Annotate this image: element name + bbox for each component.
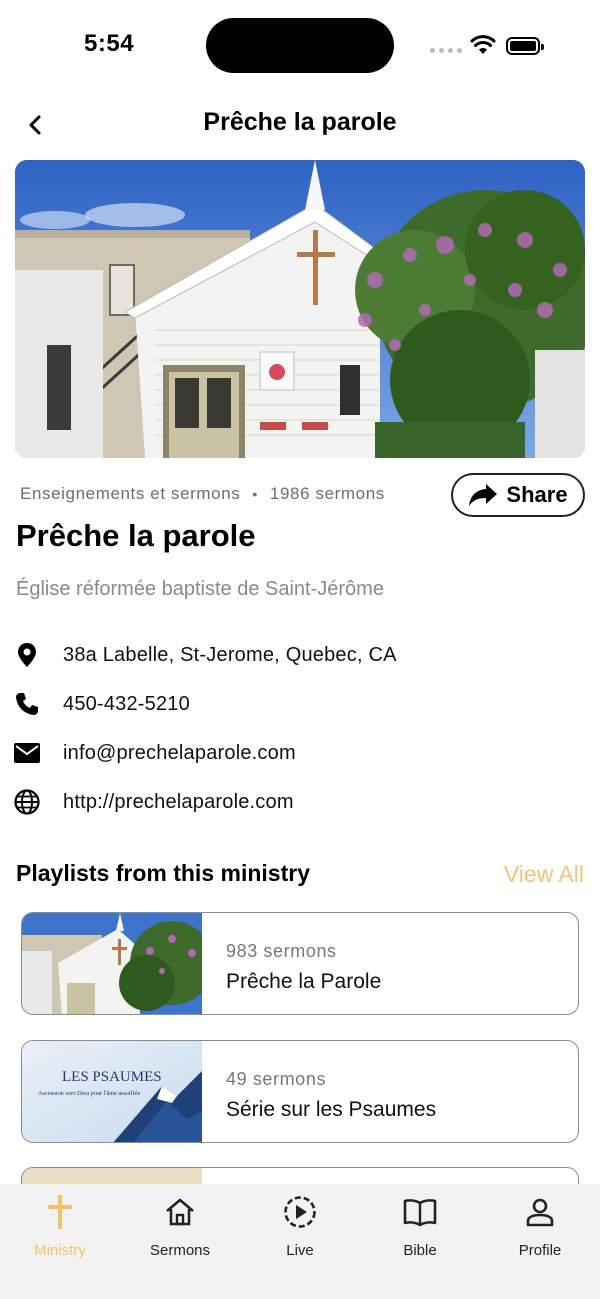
share-label: Share xyxy=(506,482,568,507)
book-icon xyxy=(400,1194,440,1230)
playlists-section-title: Playlists from this ministry xyxy=(16,860,310,886)
playlist-name: Prêche la Parole xyxy=(226,970,382,993)
tab-label: Ministry xyxy=(34,1242,86,1259)
playlist-thumbnail xyxy=(22,913,202,1014)
sermon-count: 1986 sermons xyxy=(269,484,385,503)
tab-bible[interactable]: Bible xyxy=(360,1184,480,1274)
playlist-thumbnail: LES PSAUMES Ascension vers Dieu pour l'â… xyxy=(22,1041,202,1142)
share-icon xyxy=(469,484,498,506)
wifi-icon xyxy=(470,35,496,54)
tab-label: Profile xyxy=(518,1242,562,1259)
playlist-card[interactable]: 983 sermons Prêche la Parole xyxy=(21,912,579,1015)
contact-website[interactable]: http://prechelaparole.com xyxy=(14,787,294,817)
battery-icon xyxy=(506,37,544,55)
signal-icon xyxy=(430,48,462,53)
thumb-title: LES PSAUMES xyxy=(62,1069,162,1085)
address-text: 38a Labelle, St-Jerome, Quebec, CA xyxy=(63,643,397,666)
ministry-subtitle: Église réformée baptiste de Saint-Jérôme xyxy=(16,578,384,600)
cross-icon xyxy=(40,1194,80,1230)
email-text: info@prechelaparole.com xyxy=(63,741,296,764)
ministry-title: Prêche la parole xyxy=(16,518,256,553)
home-icon xyxy=(160,1194,200,1230)
ministry-hero-image xyxy=(15,160,585,458)
tab-ministry[interactable]: Ministry xyxy=(0,1184,120,1274)
page-title: Prêche la parole xyxy=(203,108,397,136)
tab-label: Sermons xyxy=(149,1242,211,1259)
tab-label: Live xyxy=(286,1242,314,1259)
playlist-name: Série sur les Psaumes xyxy=(226,1098,437,1121)
tab-live[interactable]: Live xyxy=(240,1184,360,1274)
contact-address[interactable]: 38a Labelle, St-Jerome, Quebec, CA xyxy=(14,640,397,670)
contact-phone[interactable]: 450-432-5210 xyxy=(14,689,190,719)
category-label: Enseignements et sermons xyxy=(20,484,241,503)
location-pin-icon xyxy=(14,642,40,668)
playlist-card[interactable]: LES PSAUMES Ascension vers Dieu pour l'â… xyxy=(21,1040,579,1143)
play-circle-icon xyxy=(280,1194,320,1230)
nav-header: Prêche la parole xyxy=(0,92,600,158)
tab-sermons[interactable]: Sermons xyxy=(120,1184,240,1274)
meta-separator: • xyxy=(252,486,258,502)
tab-bar: Ministry Sermons Live Bible Profile xyxy=(0,1184,600,1299)
status-time: 5:54 xyxy=(84,30,135,57)
share-button[interactable]: Share xyxy=(451,473,585,517)
playlist-count: 983 sermons xyxy=(226,941,337,961)
tab-label: Bible xyxy=(403,1242,437,1259)
mail-icon xyxy=(14,740,40,766)
thumb-subtitle: Ascension vers Dieu pour l'âme assoiffée xyxy=(38,1090,140,1097)
ministry-meta: Enseignements et sermons • 1986 sermons xyxy=(20,484,385,504)
phone-text: 450-432-5210 xyxy=(63,692,190,715)
person-icon xyxy=(520,1194,560,1230)
tab-profile[interactable]: Profile xyxy=(480,1184,600,1274)
status-bar: 5:54 xyxy=(0,0,600,92)
dynamic-island xyxy=(206,18,394,73)
view-all-link[interactable]: View All xyxy=(504,861,584,888)
website-text: http://prechelaparole.com xyxy=(63,790,294,813)
contact-email[interactable]: info@prechelaparole.com xyxy=(14,738,296,768)
phone-icon xyxy=(14,691,40,717)
globe-icon xyxy=(14,789,40,815)
playlist-count: 49 sermons xyxy=(226,1069,327,1089)
